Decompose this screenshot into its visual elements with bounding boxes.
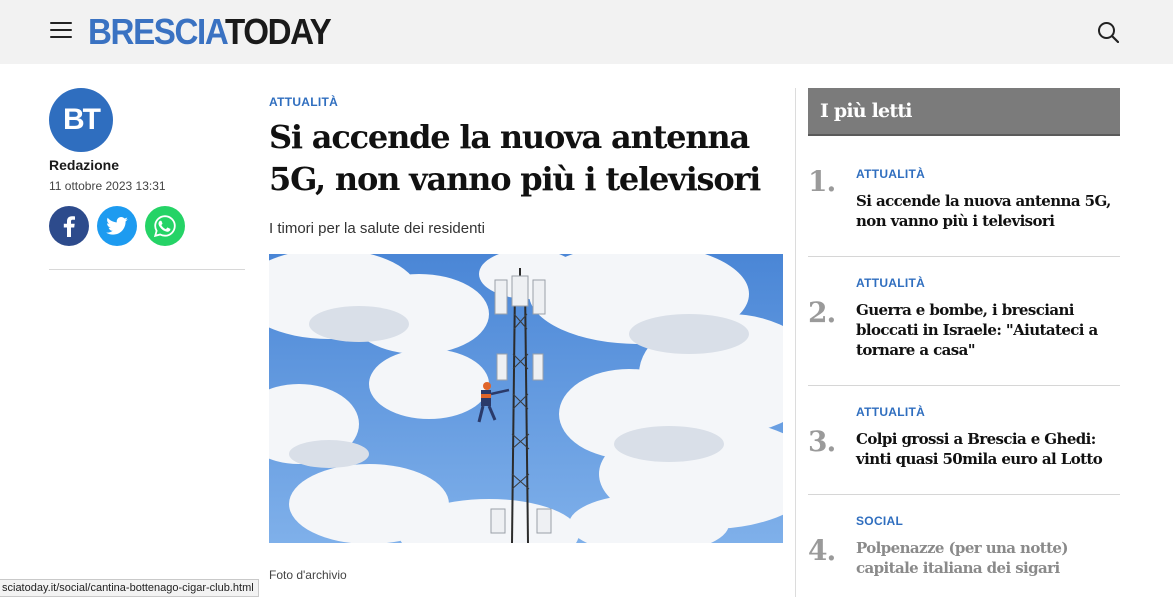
logo-part-today: TODAY	[224, 11, 332, 52]
most-read-rank: 4.	[808, 534, 836, 567]
logo-part-brescia: BRESCIA	[88, 11, 226, 52]
most-read-divider	[808, 256, 1120, 257]
hamburger-menu-icon[interactable]	[50, 22, 72, 40]
most-read-divider	[808, 494, 1120, 495]
share-twitter-button[interactable]	[97, 206, 137, 246]
browser-status-url: sciatoday.it/social/cantina-bottenago-ci…	[0, 579, 259, 597]
whatsapp-icon	[153, 215, 176, 238]
article-hero-image	[269, 254, 783, 543]
publish-date: 11 ottobre 2023 13:31	[49, 179, 166, 193]
most-read-item[interactable]: 4. SOCIAL Polpenazze (per una notte) cap…	[808, 512, 1120, 592]
article-category[interactable]: ATTUALITÀ	[269, 95, 338, 109]
most-read-title-link[interactable]: Polpenazze (per una notte) capitale ital…	[856, 538, 1122, 578]
author-divider	[49, 269, 245, 270]
image-caption: Foto d'archivio	[269, 568, 347, 582]
most-read-rank: 2.	[808, 296, 836, 329]
share-facebook-button[interactable]	[49, 206, 89, 246]
twitter-icon	[106, 217, 128, 235]
site-header: BRESCIATODAY	[0, 0, 1173, 64]
most-read-item[interactable]: 1. ATTUALITÀ Si accende la nuova antenna…	[808, 165, 1120, 255]
author-avatar-initials: BT	[63, 103, 101, 136]
most-read-title: I più letti	[820, 100, 913, 122]
most-read-rank: 3.	[808, 425, 836, 458]
most-read-title-link[interactable]: Guerra e bombe, i bresciani bloccati in …	[856, 300, 1122, 360]
most-read-header: I più letti	[808, 88, 1120, 136]
author-name[interactable]: Redazione	[49, 157, 119, 173]
most-read-item[interactable]: 2. ATTUALITÀ Guerra e bombe, i bresciani…	[808, 274, 1120, 384]
most-read-category[interactable]: ATTUALITÀ	[856, 405, 925, 419]
article-subtitle: I timori per la salute dei residenti	[269, 220, 485, 237]
most-read-title-link[interactable]: Si accende la nuova antenna 5G, non vann…	[856, 191, 1122, 231]
most-read-category[interactable]: ATTUALITÀ	[856, 167, 925, 181]
author-avatar[interactable]: BT	[49, 88, 113, 152]
sidebar-divider	[795, 88, 796, 597]
most-read-divider	[808, 385, 1120, 386]
share-whatsapp-button[interactable]	[145, 206, 185, 246]
search-icon[interactable]	[1097, 21, 1120, 44]
most-read-item[interactable]: 3. ATTUALITÀ Colpi grossi a Brescia e Gh…	[808, 403, 1120, 493]
site-logo[interactable]: BRESCIATODAY	[88, 11, 332, 52]
most-read-category[interactable]: SOCIAL	[856, 514, 903, 528]
article-headline: Si accende la nuova antenna 5G, non vann…	[269, 118, 761, 198]
facebook-icon	[63, 216, 75, 237]
most-read-category[interactable]: ATTUALITÀ	[856, 276, 925, 290]
most-read-title-link[interactable]: Colpi grossi a Brescia e Ghedi: vinti qu…	[856, 429, 1122, 469]
most-read-rank: 1.	[808, 165, 836, 198]
